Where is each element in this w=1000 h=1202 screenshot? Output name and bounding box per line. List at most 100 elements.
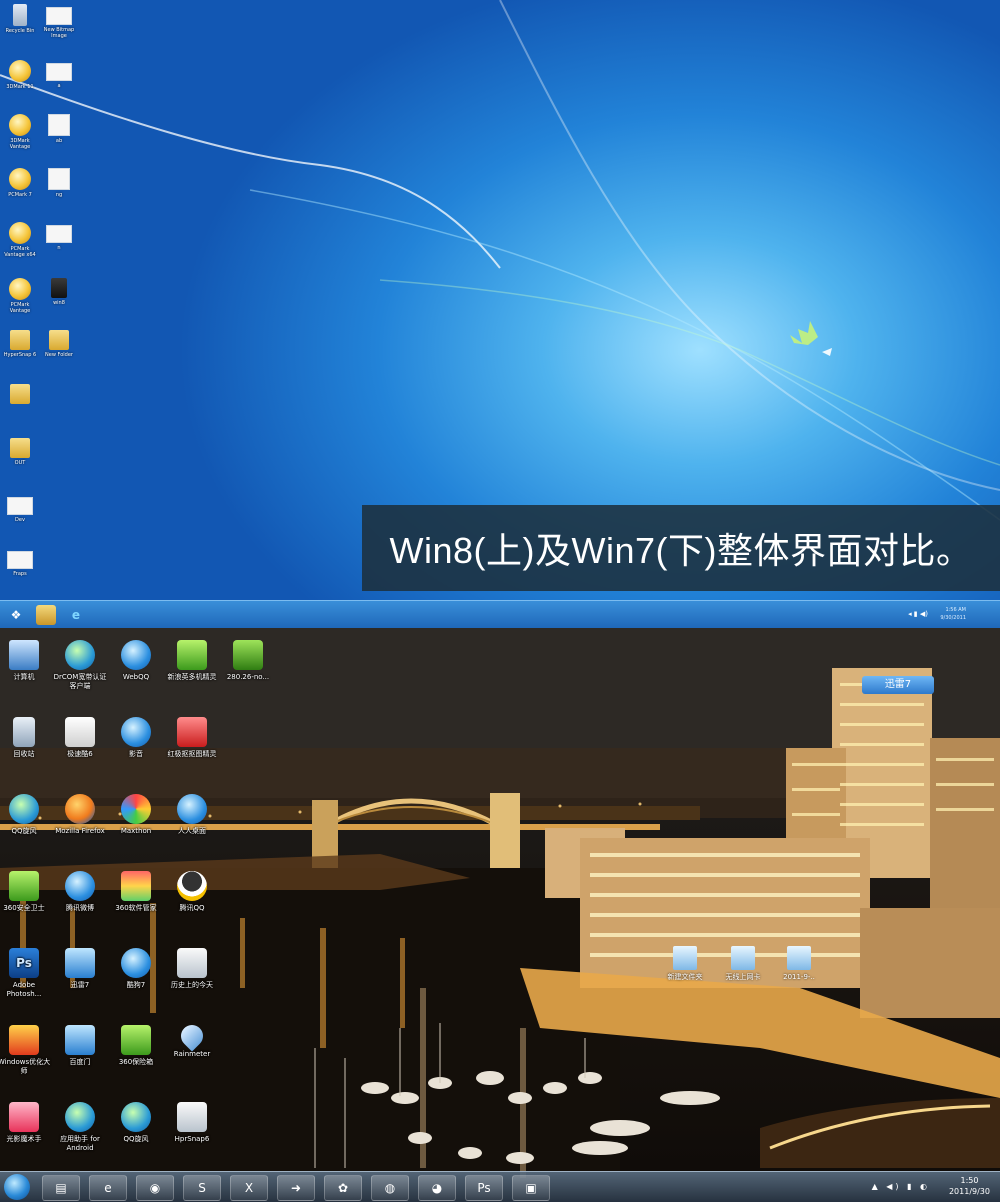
win8-desktop-icon[interactable]: New Bitmap Image — [39, 4, 79, 39]
win7-desktop-icon[interactable]: 回收站 — [0, 717, 52, 759]
arrow-app-icon[interactable]: ➜ — [277, 1175, 315, 1201]
win7-desktop-icon[interactable]: 酷狗7 — [108, 948, 164, 990]
win7-desktop-icon[interactable]: HprSnap6 — [164, 1102, 220, 1144]
window-app-icon[interactable]: ▣ — [512, 1175, 550, 1201]
win7-desktop-icon[interactable]: 280.26-no... — [220, 640, 276, 682]
thunder-icon — [65, 948, 95, 978]
win7-desktop-icon[interactable]: 光影魔术手 — [0, 1102, 52, 1144]
win8-desktop-icon[interactable]: ab — [39, 114, 79, 144]
win8-desktop-icon[interactable]: HyperSnap 6 — [0, 330, 40, 358]
win7-desktop-icon-label: 影音 — [129, 750, 143, 758]
win7-desktop-icon[interactable]: 极速酷6 — [52, 717, 108, 759]
calendar-icon — [177, 948, 207, 978]
win8-desktop-icon[interactable]: New Folder — [39, 330, 79, 358]
ie-taskbar-icon[interactable]: e — [66, 605, 86, 625]
win8-desktop-icon[interactable]: PCMark Vantage — [0, 278, 40, 314]
nvidia-icon — [233, 640, 263, 670]
qq-icon[interactable]: ◕ — [418, 1175, 456, 1201]
win8-desktop-icon[interactable] — [0, 384, 40, 406]
file-icon — [48, 114, 70, 136]
pink-app-icon — [9, 1102, 39, 1132]
win7-desktop-icon[interactable]: 360保险箱 — [108, 1025, 164, 1067]
win7-desktop-icon-label: 腾讯微博 — [66, 904, 94, 912]
win7-desktop-icon[interactable]: 360安全卫士 — [0, 871, 52, 913]
explorer-taskbar-icon[interactable] — [36, 605, 56, 625]
taskbar-app-glyph: ▤ — [55, 1181, 67, 1195]
ie-icon[interactable]: e — [89, 1175, 127, 1201]
win7-tray-clock[interactable]: 1:50 2011/9/30 — [949, 1175, 990, 1197]
recycle-bin-icon — [13, 717, 35, 747]
win7-tray-icons[interactable]: ▲ ◀) ▮ ◐ — [872, 1182, 930, 1191]
win7-desktop-icon[interactable]: Maxthon — [108, 794, 164, 836]
start-orb-icon[interactable]: ❖ — [6, 605, 26, 625]
taskbar-app-glyph: X — [244, 1181, 254, 1195]
win7-desktop-icon-label: 光影魔术手 — [6, 1135, 42, 1143]
win8-desktop-icon[interactable]: Dev — [0, 494, 40, 523]
thunder-float-badge[interactable]: 迅雷7 — [862, 676, 934, 694]
renren-icon — [177, 794, 207, 824]
start-orb-icon[interactable] — [4, 1174, 30, 1200]
photoshop-icon[interactable]: Ps — [465, 1175, 503, 1201]
win8-desktop-icon[interactable]: 3DMark Vantage — [0, 114, 40, 150]
explorer-icon[interactable]: ▤ — [42, 1175, 80, 1201]
leaf-app-icon[interactable]: ✿ — [324, 1175, 362, 1201]
win7-city-desktop-icon[interactable]: 无线上网卡 — [716, 946, 770, 982]
win7-desktop-icon[interactable]: 腾讯QQ — [164, 871, 220, 913]
win8-tray-clock[interactable]: 1:56 AM 9/30/2011 — [940, 606, 966, 622]
win8-desktop-icon[interactable]: ng — [39, 168, 79, 198]
win7-desktop-icon[interactable]: Ps Adobe Photosh... — [0, 948, 52, 999]
pcmark-icon — [9, 278, 31, 300]
win7-desktop-icon[interactable]: QQ旋风 — [108, 1102, 164, 1144]
bitmap-file-icon — [46, 7, 72, 25]
win7-desktop-icon[interactable]: 新浪英多机精灵 — [164, 640, 220, 682]
win7-desktop-icon[interactable]: 计算机 — [0, 640, 52, 682]
win7-desktop-icon-label: 红极抠抠图精灵 — [167, 750, 217, 758]
qq-icon — [177, 871, 207, 901]
win7-desktop-icon[interactable]: 影音 — [108, 717, 164, 759]
chrome-icon[interactable]: ◉ — [136, 1175, 174, 1201]
red-app-icon — [177, 717, 207, 747]
win7-desktop-icon[interactable]: DrCOM宽带认证客户端 — [52, 640, 108, 691]
win8-desktop-icon[interactable]: OUT — [0, 438, 40, 466]
excel-icon[interactable]: X — [230, 1175, 268, 1201]
win7-desktop-icon[interactable]: 历史上的今天 — [164, 948, 220, 990]
win7-desktop-icon[interactable]: 百度门 — [52, 1025, 108, 1067]
win8-desktop-icon[interactable]: Recycle Bin — [0, 4, 40, 34]
taskbar-app-glyph: e — [104, 1181, 112, 1195]
win8-desktop-icon[interactable]: a — [39, 60, 79, 89]
win7-desktop-icon[interactable]: 应用助手 for Android — [52, 1102, 108, 1153]
bitmap-file-icon — [7, 497, 33, 515]
win8-desktop-icon[interactable]: n — [39, 222, 79, 251]
3dmark-icon — [9, 114, 31, 136]
fraps-icon — [7, 551, 33, 569]
win7-desktop-icon[interactable]: QQ旋风 — [0, 794, 52, 836]
win8-desktop-icon-label: ab — [55, 138, 63, 144]
ku6-icon — [65, 717, 95, 747]
dark-file-icon — [51, 278, 67, 298]
win8-desktop-icon-label: n — [57, 245, 61, 251]
win7-desktop-icon[interactable]: 人人桌面 — [164, 794, 220, 836]
globe-app-icon[interactable]: ◍ — [371, 1175, 409, 1201]
bitmap-file-icon — [46, 225, 72, 243]
app-s-icon[interactable]: S — [183, 1175, 221, 1201]
win7-desktop-icon-label: 360保险箱 — [118, 1058, 154, 1066]
win7-desktop-icon[interactable]: Windows优化大师 — [0, 1025, 52, 1076]
win7-desktop-icon[interactable]: 腾讯微博 — [52, 871, 108, 913]
win8-desktop-icon-label: PCMark Vantage — [9, 302, 31, 314]
win7-desktop-icon[interactable]: 360软件管家 — [108, 871, 164, 913]
win7-desktop-icon[interactable]: Mozilla Firefox — [52, 794, 108, 836]
win8-desktop-icon[interactable]: PCMark 7 — [0, 168, 40, 198]
win7-city-desktop-icon[interactable]: 2011-9-.. — [772, 946, 826, 982]
win7-desktop-icon-label: Mozilla Firefox — [55, 827, 105, 835]
win8-desktop-icon[interactable]: Fraps — [0, 548, 40, 577]
win7-desktop-icon[interactable]: 迅雷7 — [52, 948, 108, 990]
win8-desktop-icon[interactable]: PCMark Vantage x64 — [0, 222, 40, 258]
win8-tray-icons[interactable]: ◂ ▮ ◀) — [908, 610, 928, 618]
win7-desktop-icon[interactable]: 红极抠抠图精灵 — [164, 717, 220, 759]
win8-desktop-icon[interactable]: win8 — [39, 278, 79, 306]
win7-desktop-icon-label: 极速酷6 — [67, 750, 93, 758]
win7-desktop-icon[interactable]: Rainmeter — [164, 1020, 220, 1059]
win7-city-desktop-icon[interactable]: 新建文件夹 — [658, 946, 712, 982]
win7-desktop-icon[interactable]: WebQQ — [108, 640, 164, 682]
win8-desktop-icon[interactable]: 3DMark 11 — [0, 60, 40, 90]
